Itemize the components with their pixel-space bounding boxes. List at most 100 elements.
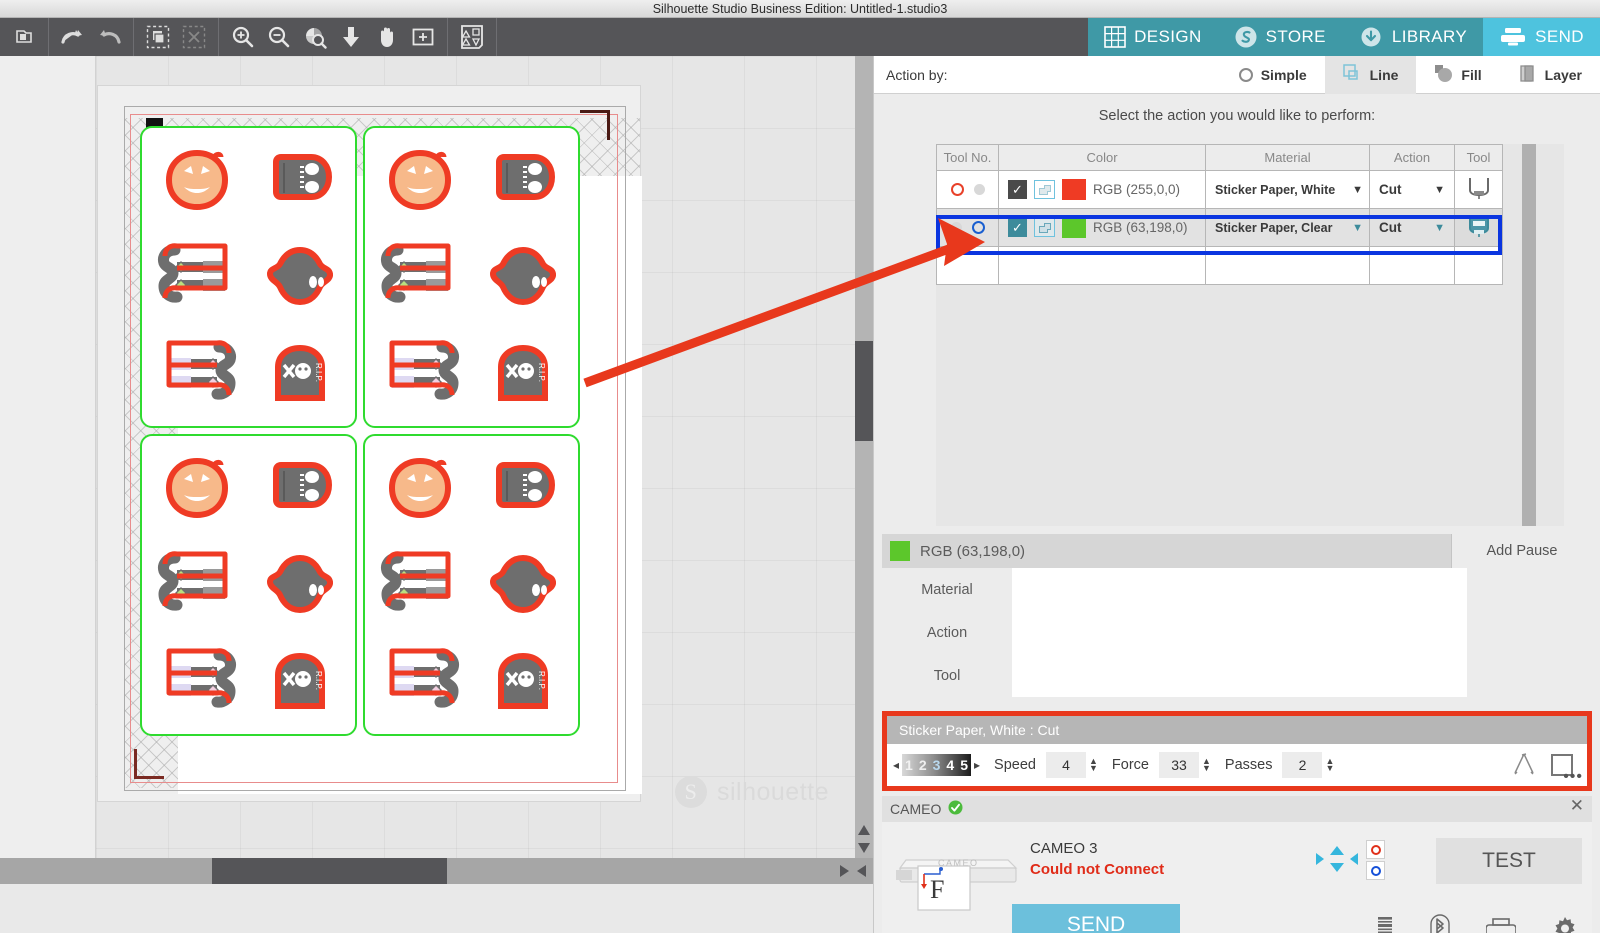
row-shape-icon[interactable] <box>1034 218 1055 237</box>
tool-cell[interactable] <box>1455 209 1503 247</box>
skull-sticker[interactable] <box>249 440 352 537</box>
tombstone-sticker[interactable]: R.I.P. <box>472 633 575 730</box>
sticker-card[interactable]: R.I.P. <box>140 126 357 428</box>
preset-number-5[interactable]: 5 <box>960 757 968 773</box>
printer-icon[interactable] <box>1486 917 1516 933</box>
undo-icon[interactable] <box>55 18 91 56</box>
row-shape-icon[interactable] <box>1034 180 1055 199</box>
canvas-vertical-scroll-buttons[interactable] <box>855 820 873 858</box>
cutting-mat-sheet[interactable]: R.I.P. <box>98 86 640 801</box>
witch-legs-purple-sticker[interactable] <box>146 633 249 730</box>
skull-sticker[interactable] <box>472 440 575 537</box>
tab-library[interactable]: LIBRARY <box>1342 18 1483 56</box>
witch-legs-green-sticker[interactable] <box>146 537 249 634</box>
preset-next-icon[interactable]: ▸ <box>974 758 980 772</box>
force-stepper[interactable]: ▲▼ <box>1202 758 1211 772</box>
action-by-line[interactable]: Line <box>1325 56 1417 94</box>
sticker-card[interactable]: R.I.P. <box>363 126 580 428</box>
design-canvas-area[interactable]: R.I.P. <box>0 56 873 884</box>
sticker-card[interactable]: R.I.P. <box>140 434 357 736</box>
pumpkin-sticker[interactable] <box>146 440 249 537</box>
canvas-vertical-scrollbar[interactable] <box>855 56 873 858</box>
canvas-workspace[interactable]: R.I.P. <box>96 56 855 858</box>
tab-design[interactable]: DESIGN <box>1088 18 1218 56</box>
table-row[interactable]: ✓ RGB (255,0,0) Sticker Paper, White ▼ <box>937 171 1503 209</box>
tool-cell[interactable] <box>1455 171 1503 209</box>
witch-legs-purple-sticker[interactable] <box>146 325 249 422</box>
add-pause-button[interactable]: Add Pause <box>1451 534 1592 568</box>
close-icon[interactable]: ✕ <box>1570 796 1584 816</box>
ghost-sticker[interactable] <box>472 229 575 326</box>
action-by-simple[interactable]: Simple <box>1221 56 1325 94</box>
tool1-radio-icon[interactable] <box>951 183 964 196</box>
chevron-down-icon[interactable]: ▼ <box>1352 222 1363 234</box>
bluetooth-icon[interactable] <box>1430 914 1450 933</box>
stepper-down-icon[interactable]: ▼ <box>1325 765 1334 772</box>
zoom-region-icon[interactable] <box>405 18 441 56</box>
tool1-radio-icon[interactable] <box>951 222 962 233</box>
more-options-icon[interactable]: ••• <box>1563 768 1583 786</box>
color-cell[interactable]: ✓ RGB (63,198,0) <box>999 209 1206 247</box>
gear-icon[interactable] <box>1552 916 1578 933</box>
fit-to-page-icon[interactable] <box>333 18 369 56</box>
ghost-sticker[interactable] <box>472 537 575 634</box>
preset-prev-icon[interactable]: ◂ <box>893 758 899 772</box>
speed-value[interactable]: 4 <box>1046 752 1086 778</box>
tool-no-cell[interactable] <box>937 171 999 209</box>
preset-number-3[interactable]: 3 <box>933 757 941 773</box>
action-cell[interactable]: Cut ▼ <box>1370 171 1455 209</box>
sticker-card[interactable]: R.I.P. <box>363 434 580 736</box>
canvas-horizontal-scrollbar[interactable] <box>0 858 873 884</box>
action-by-fill[interactable]: Fill <box>1416 56 1499 94</box>
tombstone-sticker[interactable]: R.I.P. <box>249 325 352 422</box>
zoom-selection-icon[interactable] <box>297 18 333 56</box>
canvas-horizontal-scrollbar-thumb[interactable] <box>212 858 447 884</box>
open-document-icon[interactable] <box>6 18 42 56</box>
witch-legs-green-sticker[interactable] <box>369 229 472 326</box>
redo-icon[interactable] <box>91 18 127 56</box>
tool-no-cell[interactable] <box>937 209 999 247</box>
witch-legs-green-sticker[interactable] <box>369 537 472 634</box>
material-cell[interactable]: Sticker Paper, White ▼ <box>1206 171 1370 209</box>
zoom-in-icon[interactable] <box>225 18 261 56</box>
chevron-down-icon[interactable]: ▼ <box>1434 184 1445 196</box>
force-value[interactable]: 33 <box>1159 752 1199 778</box>
skull-sticker[interactable] <box>249 132 352 229</box>
stepper-down-icon[interactable]: ▼ <box>1202 765 1211 772</box>
preset-number-strip[interactable]: 1 2 3 4 5 <box>902 754 971 776</box>
witch-legs-green-sticker[interactable] <box>146 229 249 326</box>
pumpkin-sticker[interactable] <box>369 132 472 229</box>
preset-number-4[interactable]: 4 <box>946 757 954 773</box>
pumpkin-sticker[interactable] <box>369 440 472 537</box>
speed-stepper[interactable]: ▲▼ <box>1089 758 1098 772</box>
action-by-layer[interactable]: Layer <box>1500 56 1600 94</box>
passes-stepper[interactable]: ▲▼ <box>1325 758 1334 772</box>
table-row[interactable]: ✓ RGB (63,198,0) Sticker Paper, Clear ▼ <box>937 209 1503 247</box>
canvas-horizontal-scroll-buttons[interactable] <box>833 858 873 884</box>
blade-depth-icon[interactable] <box>1511 752 1537 779</box>
color-cell[interactable]: ✓ RGB (255,0,0) <box>999 171 1206 209</box>
tool2-radio-icon[interactable] <box>972 221 985 234</box>
row-enabled-checkbox[interactable]: ✓ <box>1008 180 1027 199</box>
barcode-icon[interactable] <box>1376 916 1394 933</box>
material-cell[interactable]: Sticker Paper, Clear ▼ <box>1206 209 1370 247</box>
canvas-vertical-scrollbar-thumb[interactable] <box>855 341 873 441</box>
table-row-empty[interactable] <box>937 247 1503 285</box>
tombstone-sticker[interactable]: R.I.P. <box>249 633 352 730</box>
witch-legs-purple-sticker[interactable] <box>369 633 472 730</box>
chevron-down-icon[interactable]: ▼ <box>1352 184 1363 196</box>
send-button[interactable]: SEND <box>1012 904 1180 933</box>
pan-hand-icon[interactable] <box>369 18 405 56</box>
ghost-sticker[interactable] <box>249 537 352 634</box>
witch-legs-purple-sticker[interactable] <box>369 325 472 422</box>
tombstone-sticker[interactable]: R.I.P. <box>472 325 575 422</box>
passes-value[interactable]: 2 <box>1282 752 1322 778</box>
pad-arrows-icon[interactable] <box>1314 844 1360 877</box>
registration-marks-icon[interactable] <box>454 18 490 56</box>
tab-send[interactable]: SEND <box>1483 18 1600 56</box>
preset-number-2[interactable]: 2 <box>919 757 927 773</box>
row-enabled-checkbox[interactable]: ✓ <box>1008 218 1027 237</box>
preset-number-1[interactable]: 1 <box>905 757 913 773</box>
select-all-icon[interactable] <box>140 18 176 56</box>
preset-number-selector[interactable]: ◂ 1 2 3 4 5 ▸ <box>893 754 980 776</box>
